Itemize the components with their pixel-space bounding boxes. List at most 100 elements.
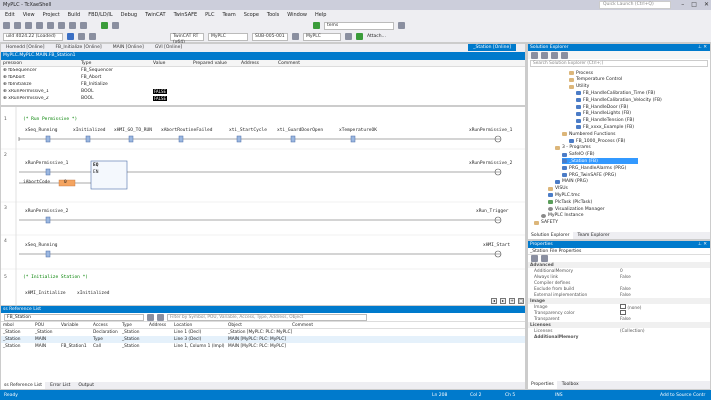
tree-item[interactable]: FB_xxxx_Example (FB) <box>576 124 634 130</box>
tab-output[interactable]: Output <box>75 382 97 389</box>
config-mode-icon[interactable] <box>89 33 96 40</box>
login-icon[interactable] <box>292 33 299 40</box>
property-row[interactable]: AdditionalMemory 0 <box>528 268 710 274</box>
alphabetical-icon[interactable] <box>541 255 548 262</box>
pin-icon[interactable]: ⊥ ✕ <box>698 241 707 248</box>
col-pou[interactable]: POU <box>35 323 61 328</box>
tree-item[interactable]: MyPLC.tmc <box>548 192 580 198</box>
col-location[interactable]: Location <box>174 323 228 328</box>
tab-homedd[interactable]: Homedd [Online] <box>1 44 50 52</box>
menu-item[interactable]: Tools <box>267 12 279 18</box>
menu-item[interactable]: Build <box>68 12 81 18</box>
abort-code-value[interactable]: 0 <box>64 180 67 185</box>
menu-item[interactable]: TwinCAT <box>145 12 165 18</box>
col-variable[interactable]: Variable <box>61 323 93 328</box>
contact-label[interactable]: xHMI_Initialize <box>25 291 66 296</box>
rung1-comment[interactable]: (* Run Permissive *) <box>23 117 77 122</box>
col-comment[interactable]: Comment <box>278 61 338 66</box>
property-row[interactable]: External implementation False <box>528 292 710 298</box>
menu-item[interactable]: Scope <box>244 12 259 18</box>
properties-icon[interactable] <box>561 51 568 59</box>
cross-reference-row[interactable]: _Station MAIN Type _Station Line 3 (Decl) MAI… <box>1 336 526 343</box>
tree-item[interactable]: MyPLC Instance <box>541 213 583 219</box>
rung5-comment[interactable]: (* Initialize Station *) <box>23 275 88 280</box>
build-combo[interactable]: uild 4024.22 (Loaded) <box>3 32 63 41</box>
cross-reference-row[interactable]: _Station MAIN FB_Station1 Call _Station Line … <box>1 343 526 350</box>
property-value[interactable] <box>620 309 700 317</box>
home-icon[interactable] <box>531 51 538 59</box>
tree-item[interactable]: FB_HandleCalibration_Time (FB) <box>576 90 655 96</box>
variable-row[interactable]: ⊕ fbInitialize FB_Initialize <box>1 81 528 88</box>
tree-item[interactable]: FB_HandleCalibration_Velocity (FB) <box>576 97 662 103</box>
collapse-all-icon[interactable] <box>551 51 558 59</box>
fit-icon[interactable]: □ <box>518 298 524 304</box>
undo-icon[interactable] <box>69 22 76 29</box>
tree-item[interactable]: 3 - Programs <box>555 145 591 151</box>
col-object[interactable]: Object <box>228 323 292 328</box>
tab-error-list[interactable]: Error List <box>47 382 73 389</box>
variable-row[interactable]: ⊕ xRunPermissive_1 BOOL FALSE <box>1 88 528 95</box>
pin-icon[interactable]: ⊥ ✕ <box>698 44 707 51</box>
tree-item[interactable]: FB_HandleLights (FB) <box>576 111 631 117</box>
col-expression[interactable]: pression <box>1 61 81 66</box>
property-row[interactable]: Transparent False <box>528 316 710 322</box>
debug-icon[interactable] <box>112 22 119 29</box>
property-row[interactable]: AdditionalMemory <box>528 334 710 340</box>
contact-label[interactable]: xSeq_Running <box>25 243 58 248</box>
find-icon[interactable] <box>398 22 405 29</box>
contact-label[interactable]: xAbortRoutineFailed <box>161 128 212 133</box>
cross-reference-filter[interactable]: Filter by Symbol, POU, Variable, Access,… <box>167 313 367 321</box>
contact-label[interactable]: xRunPermissive_2 <box>25 209 68 214</box>
property-checkbox[interactable] <box>620 303 626 309</box>
search-combo[interactable]: tems <box>324 21 394 30</box>
source-control-button[interactable]: Add to Source Contr <box>660 393 705 398</box>
variable-row[interactable]: ⊕ fbAbort FB_Abort <box>1 74 528 81</box>
save-icon[interactable] <box>47 22 54 29</box>
tab-station[interactable]: _Station [Online] <box>468 44 516 51</box>
cross-reference-search[interactable]: FB_Station <box>4 313 144 321</box>
coil-label[interactable]: xRunPermissive_2 <box>469 161 512 166</box>
watch-icon[interactable] <box>345 33 352 40</box>
sub-combo[interactable]: SUB-005-001 <box>252 32 288 41</box>
menu-item[interactable]: Project <box>43 12 60 18</box>
solution-explorer-search[interactable]: Search Solution Explorer (Ctrl+;) <box>530 60 708 67</box>
property-value[interactable]: False <box>620 287 700 292</box>
menu-item[interactable]: Team <box>222 12 235 18</box>
tree-item[interactable]: PRG_TwinSAFE (PRG) <box>562 172 616 178</box>
property-value[interactable]: 0 <box>620 269 700 274</box>
property-checkbox[interactable] <box>620 309 626 315</box>
tree-item[interactable]: PRG_HandleAlarms (PRG) <box>562 165 626 171</box>
forward-icon[interactable] <box>14 22 21 29</box>
abort-code-label[interactable]: iAbortCode <box>23 180 50 185</box>
minimize-icon[interactable]: – <box>681 1 684 8</box>
tree-item[interactable]: Temperature Control <box>569 77 622 83</box>
contact-label[interactable]: xSeq_Running <box>25 128 58 133</box>
tab-solution-explorer[interactable]: Solution Explorer <box>528 232 573 239</box>
quick-launch-input[interactable]: Quick Launch (Ctrl+Q) <box>599 1 671 9</box>
tab-cross-reference[interactable]: ss Reference List <box>1 382 46 389</box>
tree-item[interactable]: Utility <box>569 84 589 90</box>
redo-icon[interactable] <box>80 22 87 29</box>
col-address[interactable]: Address <box>149 323 174 328</box>
menu-item[interactable]: FBD/LD/IL <box>88 12 112 18</box>
property-value[interactable]: False <box>620 293 700 298</box>
play-icon[interactable] <box>313 22 320 29</box>
cross-reference-row[interactable]: _Station _Station Declaration _Station Line … <box>1 329 526 336</box>
menu-item[interactable]: Window <box>287 12 307 18</box>
sync-icon[interactable] <box>541 51 548 59</box>
menu-item[interactable]: Edit <box>5 12 15 18</box>
tree-item[interactable]: VISUs <box>548 186 568 192</box>
coil-label[interactable]: xRunPermissive_1 <box>469 128 512 133</box>
col-address[interactable]: Address <box>241 61 278 66</box>
contact-label[interactable]: xTemperatureOK <box>339 128 377 133</box>
scroll-right-icon[interactable]: ▸ <box>500 298 506 304</box>
coil-label[interactable]: xHMI_Start <box>483 243 510 248</box>
tree-item[interactable]: SAFETY <box>534 220 558 226</box>
tree-item[interactable]: Process <box>569 70 593 76</box>
property-row[interactable]: Licenses (Collection) <box>528 328 710 334</box>
tree-item[interactable]: FB_HandleTension (FB) <box>576 118 634 124</box>
contact-label[interactable]: xti_GuardDoorOpen <box>277 128 323 133</box>
tree-item[interactable]: Visualization Manager <box>548 206 605 212</box>
variable-row[interactable]: ⊕ xRunPermissive_2 BOOL FALSE <box>1 95 528 102</box>
start-icon[interactable] <box>101 22 108 29</box>
